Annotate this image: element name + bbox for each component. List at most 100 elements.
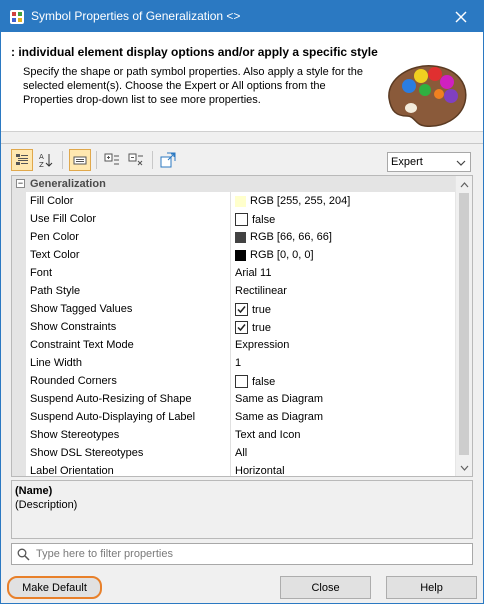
property-name: Label Orientation (30, 465, 114, 477)
property-value-cell[interactable]: Text and Icon (235, 429, 300, 441)
svg-text:Z: Z (39, 161, 44, 168)
title-bar[interactable]: Symbol Properties of Generalization <> (1, 1, 483, 32)
property-row[interactable]: Suspend Auto-Displaying of Label Same as … (12, 408, 456, 426)
property-value: Same as Diagram (235, 411, 324, 423)
property-value: true (252, 303, 271, 316)
property-row[interactable]: Fill Color RGB [255, 255, 204] (12, 192, 456, 210)
properties-grid-body: − Generalization Fill Color RGB [255, 255… (12, 176, 456, 476)
row-gutter (12, 228, 26, 246)
description-text: (Description) (15, 499, 78, 511)
toolbar-separator (152, 151, 153, 169)
property-name: Show Stereotypes (30, 429, 120, 441)
property-value: Rectilinear (235, 285, 287, 297)
property-row[interactable]: Path Style Rectilinear (12, 282, 456, 300)
property-value-cell[interactable]: RGB [255, 255, 204] (235, 195, 350, 207)
scroll-up-icon[interactable] (456, 176, 472, 193)
properties-grid[interactable]: − Generalization Fill Color RGB [255, 255… (11, 175, 473, 477)
scrollbar-thumb[interactable] (459, 193, 469, 455)
row-gutter (12, 192, 26, 210)
property-row[interactable]: Line Width 1 (12, 354, 456, 372)
column-divider (230, 390, 231, 408)
row-gutter (12, 354, 26, 372)
property-row[interactable]: Pen Color RGB [66, 66, 66] (12, 228, 456, 246)
property-value: false (252, 375, 276, 388)
property-checkbox[interactable] (235, 303, 248, 316)
property-group-header[interactable]: − Generalization (12, 176, 456, 192)
property-row[interactable]: Show Constraints true (12, 318, 456, 336)
collapse-all-icon[interactable] (125, 149, 147, 171)
property-value-cell[interactable]: Rectilinear (235, 285, 287, 297)
property-name: Use Fill Color (30, 213, 97, 225)
property-row[interactable]: Label Orientation Horizontal (12, 462, 456, 477)
property-value-cell[interactable]: RGB [66, 66, 66] (235, 231, 332, 243)
close-button[interactable]: Close (280, 576, 371, 599)
show-description-icon[interactable] (69, 149, 91, 171)
row-gutter (12, 390, 26, 408)
header-title: : individual element display options and… (11, 45, 378, 59)
filter-input[interactable] (34, 546, 464, 562)
search-icon (17, 548, 30, 561)
description-name: (Name) (15, 485, 53, 497)
properties-mode-select[interactable]: Expert (387, 152, 471, 172)
categorized-view-icon[interactable] (11, 149, 33, 171)
alphabetic-sort-icon[interactable]: A Z (35, 149, 57, 171)
property-row[interactable]: Suspend Auto-Resizing of Shape Same as Di… (12, 390, 456, 408)
property-row[interactable]: Font Arial 11 (12, 264, 456, 282)
scroll-down-icon[interactable] (456, 459, 472, 476)
property-row[interactable]: Use Fill Color false (12, 210, 456, 228)
property-value: Same as Diagram (235, 393, 324, 405)
property-checkbox[interactable] (235, 213, 248, 226)
property-row[interactable]: Show Stereotypes Text and Icon (12, 426, 456, 444)
property-value-cell[interactable]: RGB [0, 0, 0] (235, 249, 314, 261)
close-window-icon[interactable] (439, 1, 483, 32)
help-button[interactable]: Help (386, 576, 477, 599)
color-swatch[interactable] (235, 231, 246, 243)
make-default-button[interactable]: Make Default (7, 576, 102, 599)
property-value-cell[interactable]: true (235, 321, 271, 334)
property-value-cell[interactable]: Same as Diagram (235, 393, 323, 405)
property-value-cell[interactable]: false (235, 375, 275, 388)
color-swatch[interactable] (235, 195, 246, 207)
property-value-cell[interactable]: Arial 11 (235, 267, 271, 279)
column-divider (230, 282, 231, 300)
property-value: All (235, 447, 248, 459)
property-value-cell[interactable]: true (235, 303, 271, 316)
property-checkbox[interactable] (235, 375, 248, 388)
property-value: Arial 11 (235, 267, 272, 279)
property-name: Text Color (30, 249, 80, 261)
expand-all-icon[interactable] (101, 149, 123, 171)
property-row[interactable]: Text Color RGB [0, 0, 0] (12, 246, 456, 264)
dialog-window: Symbol Properties of Generalization <> :… (0, 0, 484, 604)
row-gutter (12, 282, 26, 300)
property-value-cell[interactable]: Expression (235, 339, 289, 351)
properties-mode-value: Expert (391, 156, 423, 168)
property-row[interactable]: Rounded Corners false (12, 372, 456, 390)
paint-palette-icon (381, 58, 471, 132)
property-value-cell[interactable]: Horizontal (235, 465, 285, 477)
property-value-cell[interactable]: All (235, 447, 247, 459)
filter-box[interactable] (11, 543, 473, 565)
apply-style-icon[interactable] (157, 149, 179, 171)
vertical-scrollbar[interactable] (455, 176, 472, 476)
property-checkbox[interactable] (235, 321, 248, 334)
property-row[interactable]: Show Tagged Values true (12, 300, 456, 318)
property-name: Suspend Auto-Displaying of Label (30, 411, 196, 423)
dialog-header: : individual element display options and… (1, 32, 483, 132)
row-gutter (12, 318, 26, 336)
property-value: RGB [0, 0, 0] (250, 249, 314, 261)
property-name: Font (30, 267, 53, 279)
column-divider (230, 300, 231, 318)
row-gutter (12, 246, 26, 264)
column-divider (230, 354, 231, 372)
property-value-cell[interactable]: 1 (235, 357, 241, 369)
property-value-cell[interactable]: false (235, 213, 275, 226)
property-row[interactable]: Show DSL Stereotypes All (12, 444, 456, 462)
collapse-group-icon[interactable]: − (16, 179, 25, 188)
property-value-cell[interactable]: Same as Diagram (235, 411, 323, 423)
property-name: Line Width (30, 357, 82, 369)
property-row[interactable]: Constraint Text Mode Expression (12, 336, 456, 354)
color-swatch[interactable] (235, 249, 246, 261)
property-name: Suspend Auto-Resizing of Shape (30, 393, 192, 405)
property-value: Horizontal (235, 465, 285, 477)
toolbar-separator (96, 151, 97, 169)
